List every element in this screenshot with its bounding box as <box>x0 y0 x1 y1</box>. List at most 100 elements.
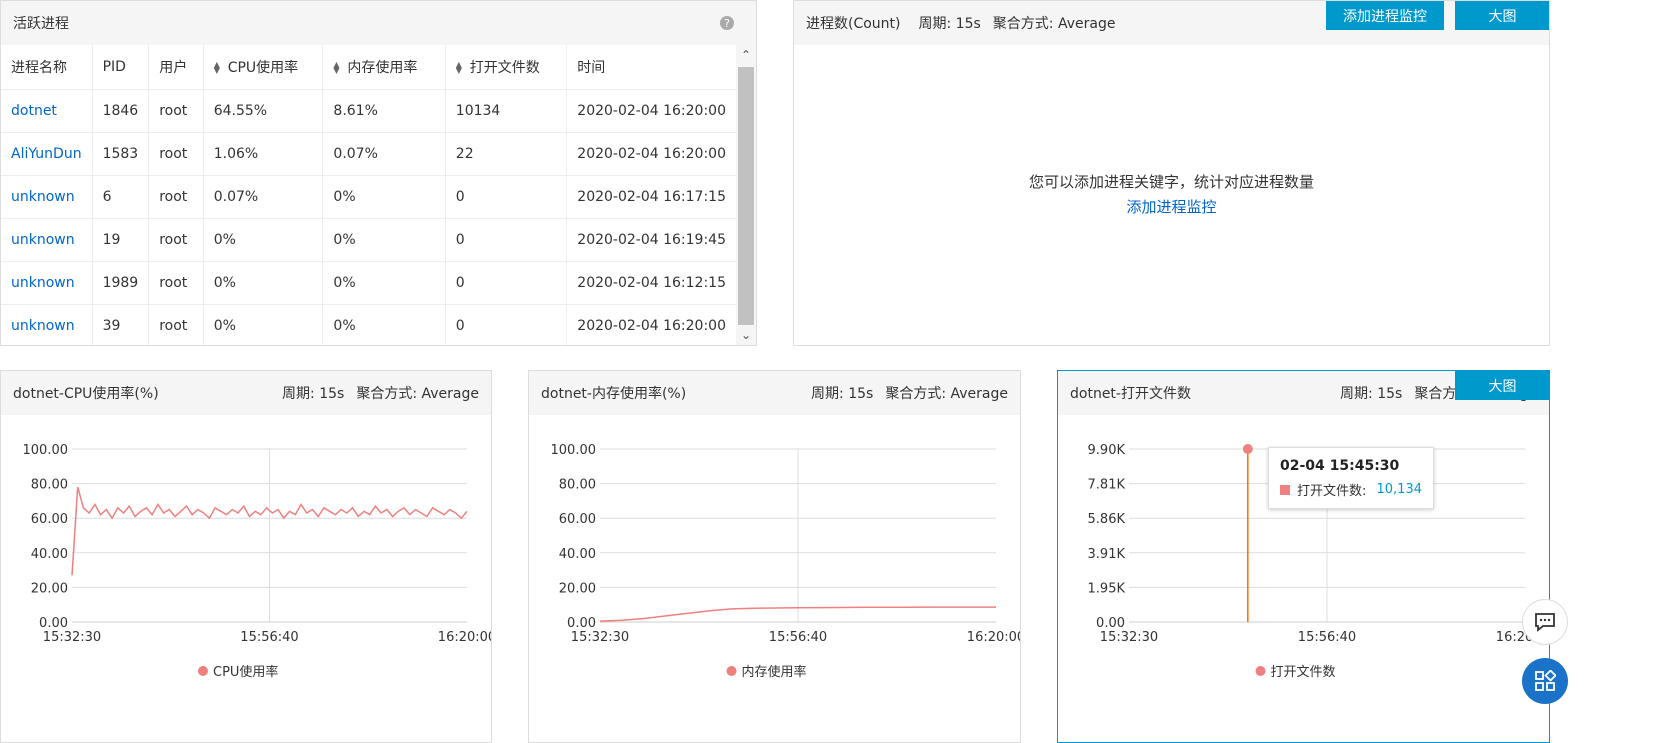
x-tick-label: 15:56:40 <box>1298 630 1356 645</box>
col-time: 时间 <box>566 45 736 90</box>
cell-name[interactable]: dotnet <box>1 89 93 133</box>
col-files[interactable]: ▲ ▼ 打开文件数 <box>445 45 568 90</box>
y-tick-label: 60.00 <box>559 512 596 527</box>
y-tick-label: 9.90K <box>1088 443 1126 458</box>
tooltip-swatch <box>1280 484 1290 495</box>
col-user: 用户 <box>148 45 204 90</box>
cell-files: 0 <box>445 261 568 305</box>
y-tick-label: 40.00 <box>31 547 68 562</box>
process-panel-title: 活跃进程 <box>13 16 69 32</box>
cell-time: 2020-02-04 16:20:00 <box>566 89 736 133</box>
cell-name[interactable]: unknown <box>1 175 93 219</box>
y-tick-label: 20.00 <box>31 581 68 596</box>
y-tick-label: 40.00 <box>559 547 596 562</box>
count-agg: 聚合方式: Average <box>992 16 1116 32</box>
cell-name[interactable]: AliYunDun <box>1 132 93 176</box>
cell-name[interactable]: unknown <box>1 218 93 262</box>
y-tick-label: 0.00 <box>1096 616 1125 631</box>
tooltip-row: 打开文件数: 10,134 <box>1280 480 1422 499</box>
data-point <box>1242 444 1253 454</box>
process-table: 进程名称 PID 用户 ▲ ▼ CPU使用率 ▲ ▼ 内存使用率 ▲ ▼ 打开文件数 时间 … <box>1 45 736 345</box>
mem-chart-header: dotnet-内存使用率(%) 周期: 15s 聚合方式: Average <box>529 371 1020 415</box>
cell-cpu: 1.06% <box>203 132 324 176</box>
y-tick-label: 7.81K <box>1088 478 1126 493</box>
scrollbar-thumb[interactable] <box>738 67 754 325</box>
x-tick-label: 16:20:00 <box>438 630 492 645</box>
apps-icon[interactable] <box>1522 658 1568 704</box>
col-mem[interactable]: ▲ ▼ 内存使用率 <box>322 45 446 90</box>
table-row[interactable]: AliYunDun 1583 root 1.06% 0.07% 22 2020-02-04 … <box>1 132 736 176</box>
mem-chart-title: dotnet-内存使用率(%) <box>541 386 687 402</box>
cell-mem: 0% <box>322 175 446 219</box>
legend-label: CPU使用率 <box>213 664 278 680</box>
x-tick-label: 15:56:40 <box>769 630 827 645</box>
cpu-chart-header: dotnet-CPU使用率(%) 周期: 15s 聚合方式: Average <box>1 371 491 415</box>
y-tick-label: 0.00 <box>567 616 596 631</box>
x-tick-label: 15:32:30 <box>1100 630 1158 645</box>
chat-icon-glyph <box>1535 613 1555 632</box>
cell-user: root <box>148 132 204 176</box>
col-mem-label: 内存使用率 <box>347 60 418 76</box>
y-tick-label: 1.95K <box>1088 581 1126 596</box>
cell-mem: 0.07% <box>322 132 446 176</box>
cell-time: 2020-02-04 16:20:00 <box>566 132 736 176</box>
col-files-label: 打开文件数 <box>469 60 540 76</box>
cell-mem: 0% <box>322 304 446 345</box>
cell-pid: 6 <box>92 175 150 219</box>
cell-files: 10134 <box>445 89 568 133</box>
chart-tooltip: 02-04 15:45:30 打开文件数: 10,134 <box>1268 447 1434 509</box>
chevron-up-icon[interactable]: ⌃ <box>736 45 756 65</box>
process-panel: 活跃进程 ? 进程名称 PID 用户 ▲ ▼ CPU使用率 ▲ ▼ 内存使用率 ▲ ▼ 打开… <box>0 0 757 346</box>
cell-cpu: 0.07% <box>203 175 324 219</box>
question-icon[interactable]: ? <box>720 16 734 30</box>
cell-files: 0 <box>445 218 568 262</box>
sort-icon: ▲ ▼ <box>213 60 220 75</box>
col-pid: PID <box>92 45 150 90</box>
sort-icon: ▲ ▼ <box>333 60 340 75</box>
table-row[interactable]: unknown 39 root 0% 0% 0 2020-02-04 16:20:00 <box>1 304 736 345</box>
col-name: 进程名称 <box>1 45 93 90</box>
cell-name[interactable]: unknown <box>1 304 93 345</box>
add-process-monitor-button[interactable]: 添加进程监控 <box>1326 1 1444 30</box>
table-row[interactable]: dotnet 1846 root 64.55% 8.61% 10134 2020-02-04… <box>1 89 736 133</box>
y-tick-label: 60.00 <box>31 512 68 527</box>
big-chart-button[interactable]: 大图 <box>1455 1 1549 30</box>
x-tick-label: 15:32:30 <box>571 630 629 645</box>
cpu-chart[interactable]: 0.00 20.00 40.00 60.00 80.00 100.00 15:32:30 15… <box>1 415 492 743</box>
chat-icon[interactable] <box>1522 599 1568 645</box>
process-panel-header: 活跃进程 ? <box>1 1 756 45</box>
legend-label: 打开文件数 <box>1271 665 1336 680</box>
cell-pid: 19 <box>92 218 150 262</box>
x-tick-label: 15:32:30 <box>43 630 101 645</box>
legend-label: 内存使用率 <box>742 664 807 680</box>
tooltip-value: 10,134 <box>1376 482 1423 497</box>
cell-name[interactable]: unknown <box>1 261 93 305</box>
files-big-chart-button[interactable]: 大图 <box>1455 371 1549 400</box>
cell-pid: 1583 <box>92 132 150 176</box>
cpu-period: 周期: 15s <box>282 386 345 402</box>
cell-user: root <box>148 261 204 305</box>
cell-time: 2020-02-04 16:19:45 <box>566 218 736 262</box>
chevron-down-icon[interactable]: ⌄ <box>736 325 756 345</box>
table-scrollbar[interactable]: ⌃ ⌄ <box>736 45 756 345</box>
tooltip-label: 打开文件数: <box>1297 484 1367 499</box>
legend-swatch <box>198 666 208 676</box>
mem-chart-meta: 周期: 15s 聚合方式: Average <box>799 383 1008 403</box>
cell-cpu: 0% <box>203 218 324 262</box>
col-cpu-label: CPU使用率 <box>227 60 299 76</box>
cell-pid: 39 <box>92 304 150 345</box>
table-row[interactable]: unknown 6 root 0.07% 0% 0 2020-02-04 16:17:15 <box>1 175 736 219</box>
files-period: 周期: 15s <box>1340 386 1403 402</box>
table-header-row: 进程名称 PID 用户 ▲ ▼ CPU使用率 ▲ ▼ 内存使用率 ▲ ▼ 打开文件数 时间 <box>1 45 736 90</box>
col-cpu[interactable]: ▲ ▼ CPU使用率 <box>203 45 324 90</box>
mem-chart[interactable]: 0.00 20.00 40.00 60.00 80.00 100.00 15:32:30 15… <box>529 415 1021 743</box>
cell-cpu: 0% <box>203 261 324 305</box>
count-panel: 进程数(Count) 周期: 15s 聚合方式: Average 添加进程监控 … <box>793 0 1550 346</box>
legend-swatch <box>726 666 737 676</box>
add-process-monitor-link[interactable]: 添加进程监控 <box>794 196 1549 217</box>
table-row[interactable]: unknown 1989 root 0% 0% 0 2020-02-04 16:12:15 <box>1 261 736 305</box>
mem-period: 周期: 15s <box>811 386 874 402</box>
y-tick-label: 5.86K <box>1088 512 1126 527</box>
cell-cpu: 64.55% <box>203 89 324 133</box>
table-row[interactable]: unknown 19 root 0% 0% 0 2020-02-04 16:19:45 <box>1 218 736 262</box>
